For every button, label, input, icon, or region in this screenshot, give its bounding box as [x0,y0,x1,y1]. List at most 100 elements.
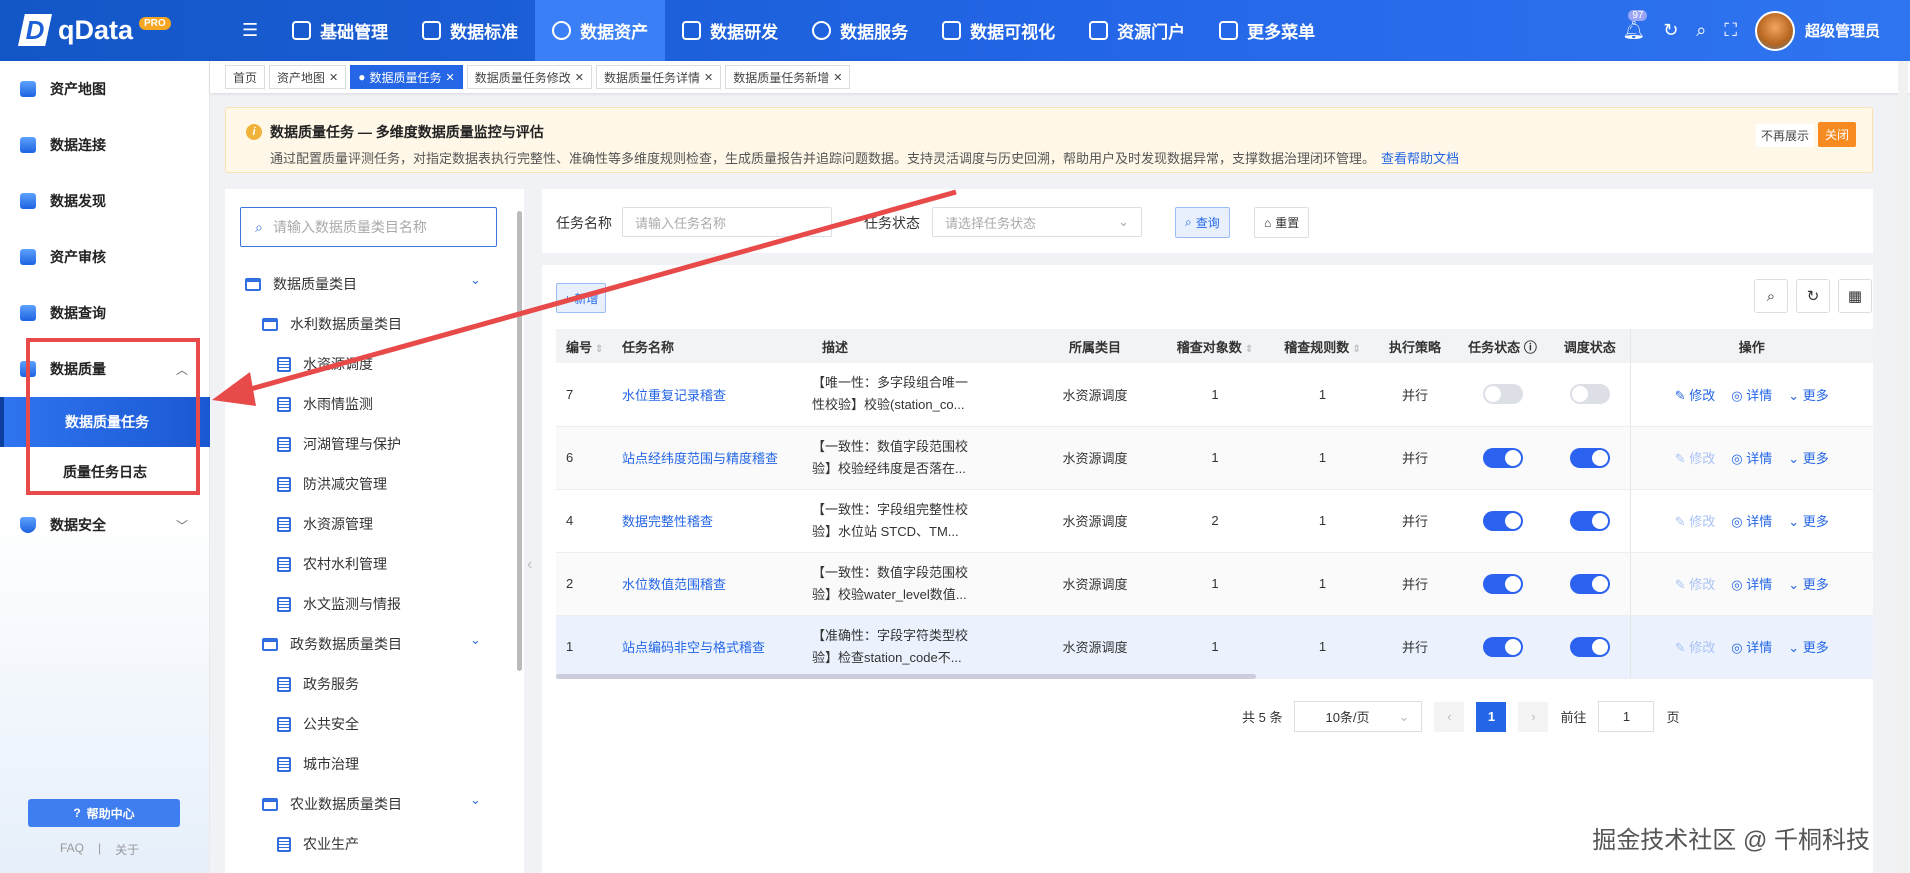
tree-node[interactable]: 水文监测与情报 [277,589,401,619]
sidebar-item-quality-log[interactable]: 质量任务日志 [0,447,210,497]
task-status-toggle[interactable] [1482,447,1523,468]
close-icon[interactable]: ✕ [446,71,455,84]
refresh-button[interactable]: ↻ [1796,279,1830,313]
more-button[interactable]: ⌄ 更多 [1788,388,1829,403]
nav-item[interactable]: 资源门户 [1072,0,1202,61]
close-notice-button[interactable]: 关闭 [1817,122,1856,147]
goto-page-input[interactable]: 1 [1598,701,1655,732]
more-button[interactable]: ⌄ 更多 [1788,577,1829,592]
sort-icon[interactable]: ⇕ [1245,344,1253,355]
close-icon[interactable]: ✕ [704,71,713,84]
task-name-input[interactable]: 请输入任务名称 [622,207,832,237]
tree-node[interactable]: 河湖管理与保护 [277,429,401,459]
refresh-icon[interactable]: ↻ [1663,20,1678,41]
more-button[interactable]: ⌄ 更多 [1788,514,1829,529]
tree-node[interactable]: 农业生产 [277,829,359,859]
faq-link[interactable]: FAQ [60,841,84,858]
search-icon[interactable]: ⌕ [1696,20,1706,41]
horizontal-scrollbar[interactable] [556,674,1256,679]
add-button[interactable]: + 新增 [556,283,607,313]
nav-item[interactable]: 更多菜单 [1202,0,1332,61]
nav-item[interactable]: 数据服务 [795,0,925,61]
columns-button[interactable]: ▦ [1838,279,1872,313]
tree-node[interactable]: 公共安全 [277,709,359,739]
tree-node[interactable]: 水资源管理 [277,509,373,539]
help-doc-link[interactable]: 查看帮助文档 [1381,151,1459,166]
nav-item[interactable]: 数据可视化 [925,0,1072,61]
schedule-status-toggle[interactable] [1569,573,1610,594]
edit-button[interactable]: ✎ 修改 [1675,514,1716,529]
tab[interactable]: 资产地图 ✕ [269,65,347,89]
edit-button[interactable]: ✎ 修改 [1675,451,1716,466]
tab[interactable]: 数据质量任务详情 ✕ [595,65,722,89]
tab-active[interactable]: ● 数据质量任务 ✕ [350,65,463,89]
schedule-status-toggle[interactable] [1569,510,1610,531]
task-name-link[interactable]: 水位数值范围稽查 [612,552,812,616]
task-status-toggle[interactable] [1482,510,1523,531]
page-scrollbar[interactable] [1898,61,1908,873]
sidebar-item-security[interactable]: 数据安全 ﹀ [0,505,210,545]
sort-icon[interactable]: ⇕ [1352,344,1360,355]
sidebar-item-connection[interactable]: 数据连接 [0,125,210,165]
edit-button[interactable]: ✎ 修改 [1675,577,1716,592]
task-status-toggle[interactable] [1482,573,1523,594]
about-link[interactable]: 关于 [115,841,139,858]
page-size-select[interactable]: 10条/页 ⌄ [1294,701,1423,732]
tree-node[interactable]: 政务数据质量类目 [262,629,402,659]
task-status-toggle[interactable] [1482,636,1523,657]
edit-button[interactable]: ✎ 修改 [1675,640,1716,655]
detail-button[interactable]: ◎ 详情 [1731,514,1772,529]
task-status-select[interactable]: 请选择任务状态 ⌄ [932,207,1142,237]
nav-item-active[interactable]: 数据资产 [535,0,666,61]
chevron-down-icon[interactable]: ⌄ [470,265,481,295]
tree-node[interactable]: 城市治理 [277,749,359,779]
user-name[interactable]: 超级管理员 [1805,20,1880,41]
chevron-down-icon[interactable]: ⌄ [470,625,481,655]
schedule-status-toggle[interactable] [1569,447,1610,468]
close-icon[interactable]: ✕ [833,71,842,84]
edit-button[interactable]: ✎ 修改 [1675,388,1716,403]
tree-node[interactable]: 农村水利管理 [277,549,387,579]
close-icon[interactable]: ✕ [329,71,338,84]
tree-node[interactable]: 水资源调度 [277,349,373,379]
nav-item[interactable]: 数据研发 [665,0,795,61]
search-toggle-button[interactable]: ⌕ [1754,279,1788,313]
tree-node[interactable]: 政务服务 [277,669,359,699]
tree-node[interactable]: 防洪减灾管理 [277,469,387,499]
tree-node[interactable]: 数据质量类目 [245,269,357,299]
tab[interactable]: 数据质量任务新增 ✕ [725,65,851,89]
tree-node[interactable]: 水雨情监测 [277,389,373,419]
detail-button[interactable]: ◎ 详情 [1731,451,1772,466]
query-button[interactable]: ⌕ 查询 [1175,207,1230,238]
more-button[interactable]: ⌄ 更多 [1788,640,1829,655]
tree-scrollbar[interactable] [517,211,522,671]
category-search-input[interactable]: ⌕ 请输入数据质量类目名称 [240,207,497,247]
nav-item[interactable]: 基础管理 [275,0,405,61]
task-name-link[interactable]: 水位重复记录稽查 [612,363,812,427]
more-button[interactable]: ⌄ 更多 [1788,451,1829,466]
tab[interactable]: 数据质量任务修改 ✕ [466,65,592,89]
nav-item[interactable]: 数据标准 [405,0,535,61]
sidebar-item-audit[interactable]: 资产审核 [0,237,210,277]
prev-page-button[interactable]: ‹ [1434,701,1465,732]
detail-button[interactable]: ◎ 详情 [1731,388,1772,403]
logo[interactable]: DqData PRO [18,14,171,46]
sort-icon[interactable]: ⇕ [595,344,603,355]
page-1-button[interactable]: 1 [1476,701,1507,732]
task-name-link[interactable]: 数据完整性稽查 [612,489,812,553]
tree-node[interactable]: 水利数据质量类目 [262,309,402,339]
tree-node[interactable]: 农业数据质量类目 [262,789,402,819]
task-name-link[interactable]: 站点编码非空与格式稽查 [612,615,812,679]
sidebar-item-asset-map[interactable]: 资产地图 [0,69,210,109]
col-id[interactable]: 编号 ⇕ [556,329,612,363]
sidebar-item-quality-task[interactable]: 数据质量任务 [0,397,210,447]
chevron-down-icon[interactable]: ⌄ [470,785,481,815]
schedule-status-toggle[interactable] [1569,384,1610,405]
sidebar-item-quality[interactable]: 数据质量 ︿ [0,349,210,389]
info-icon[interactable]: ⓘ [1524,340,1537,355]
avatar[interactable] [1754,10,1795,51]
close-icon[interactable]: ✕ [575,71,584,84]
sidebar-item-discovery[interactable]: 数据发现 [0,181,210,221]
detail-button[interactable]: ◎ 详情 [1731,577,1772,592]
col-objects[interactable]: 稽查对象数 ⇕ [1160,329,1270,363]
